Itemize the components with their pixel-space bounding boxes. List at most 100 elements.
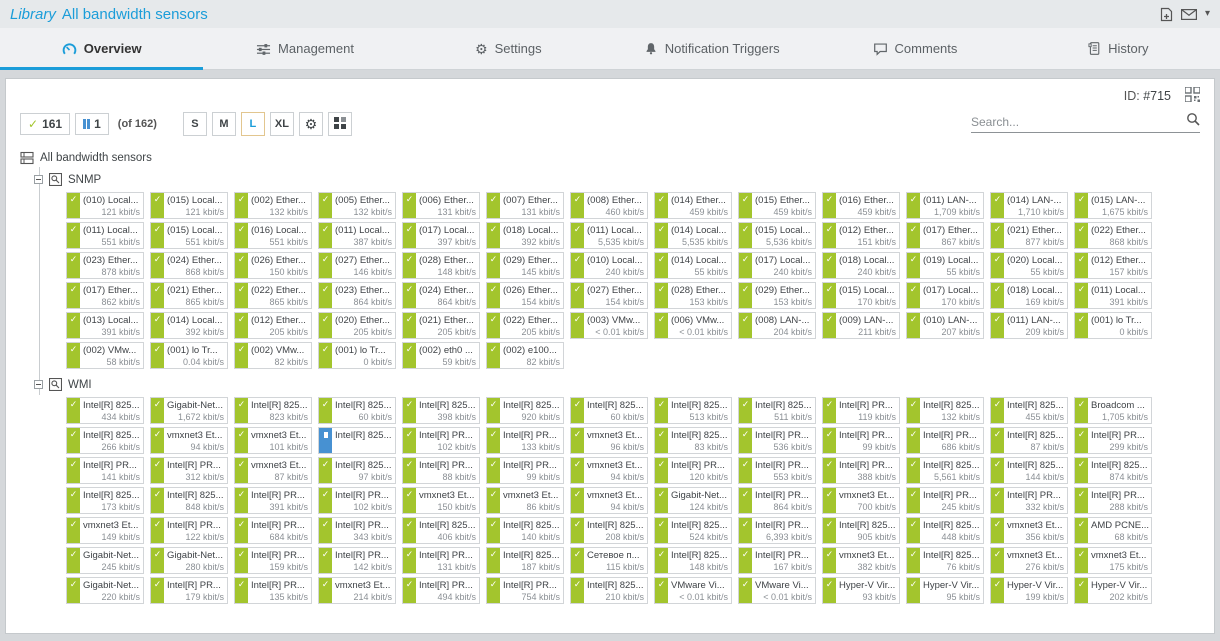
sensor-tile[interactable]: ✓Intel[R] 825...874 kbit/s: [1074, 457, 1152, 484]
sensor-tile[interactable]: ✓Intel[R] PR...494 kbit/s: [402, 577, 480, 604]
sensor-tile[interactable]: ✓(001) lo Tr...0 kbit/s: [318, 342, 396, 369]
sensor-tile[interactable]: ✓vmxnet3 Et...700 kbit/s: [822, 487, 900, 514]
sensor-tile[interactable]: ✓(017) Ether...867 kbit/s: [906, 222, 984, 249]
sensor-tile[interactable]: ✓(017) Local...240 kbit/s: [738, 252, 816, 279]
sensor-tile[interactable]: ✓VMware Vi...< 0.01 kbit/s: [654, 577, 732, 604]
sensor-tile[interactable]: ✓Broadcom ...1,705 kbit/s: [1074, 397, 1152, 424]
sensor-tile[interactable]: ✓Intel[R] PR...88 kbit/s: [402, 457, 480, 484]
sensor-tile[interactable]: ✓VMware Vi...< 0.01 kbit/s: [738, 577, 816, 604]
sensor-tile[interactable]: ✓Intel[R] PR...167 kbit/s: [738, 547, 816, 574]
sensor-tile[interactable]: ✓vmxnet3 Et...149 kbit/s: [66, 517, 144, 544]
sensor-tile[interactable]: ✓Intel[R] 825...173 kbit/s: [66, 487, 144, 514]
sensor-tile[interactable]: ✓(024) Ether...868 kbit/s: [150, 252, 228, 279]
sensor-tile[interactable]: ✓Intel[R] PR...102 kbit/s: [402, 427, 480, 454]
sensor-tile[interactable]: ✓(020) Local...55 kbit/s: [990, 252, 1068, 279]
sensor-tile[interactable]: ✓Intel[R] 825...511 kbit/s: [738, 397, 816, 424]
sensor-tile[interactable]: ✓(006) Ether...131 kbit/s: [402, 192, 480, 219]
sensor-tile[interactable]: ✓Intel[R] 825...5,561 kbit/s: [906, 457, 984, 484]
sensor-tile[interactable]: ✓Intel[R] PR...288 kbit/s: [1074, 487, 1152, 514]
breadcrumb[interactable]: Library: [10, 6, 56, 23]
sensor-tile[interactable]: ✓(002) e100...82 kbit/s: [486, 342, 564, 369]
sensor-tile[interactable]: ✓Intel[R] PR...119 kbit/s: [822, 397, 900, 424]
sensor-tile[interactable]: ✓(011) LAN-...1,709 kbit/s: [906, 192, 984, 219]
search-input[interactable]: [971, 115, 1186, 129]
sensor-tile[interactable]: ✓Intel[R] PR...864 kbit/s: [738, 487, 816, 514]
sensor-tile[interactable]: ✓Intel[R] 825...97 kbit/s: [318, 457, 396, 484]
sensor-tile[interactable]: ✓(014) Ether...459 kbit/s: [654, 192, 732, 219]
up-sensors-filter[interactable]: ✓ 161: [20, 113, 70, 135]
sensor-tile[interactable]: ✓Intel[R] 825...140 kbit/s: [486, 517, 564, 544]
tab-settings[interactable]: ⚙ Settings: [407, 28, 610, 69]
sensor-tile[interactable]: ✓vmxnet3 Et...276 kbit/s: [990, 547, 1068, 574]
sensor-tile[interactable]: ✓Intel[R] PR...179 kbit/s: [150, 577, 228, 604]
sensor-tile[interactable]: ✓Intel[R] PR...159 kbit/s: [234, 547, 312, 574]
sensor-tile[interactable]: ✓Intel[R] PR...754 kbit/s: [486, 577, 564, 604]
sensor-tile[interactable]: ✓Intel[R] 825...513 kbit/s: [654, 397, 732, 424]
sensor-tile[interactable]: ✓(012) Ether...151 kbit/s: [822, 222, 900, 249]
sensor-tile[interactable]: ✓Intel[R] PR...142 kbit/s: [318, 547, 396, 574]
sensor-tile[interactable]: ✓Intel[R] 825...455 kbit/s: [990, 397, 1068, 424]
sensor-tile[interactable]: ✓(002) Ether...132 kbit/s: [234, 192, 312, 219]
search-icon[interactable]: [1186, 112, 1200, 131]
sensor-tile[interactable]: ✓(014) LAN-...1,710 kbit/s: [990, 192, 1068, 219]
sensor-tile[interactable]: ✓Intel[R] 825...920 kbit/s: [486, 397, 564, 424]
sensor-tile[interactable]: ✓(015) Local...551 kbit/s: [150, 222, 228, 249]
sensor-tile[interactable]: ✓(011) Local...391 kbit/s: [1074, 282, 1152, 309]
sensor-tile[interactable]: ✓Intel[R] PR...686 kbit/s: [906, 427, 984, 454]
sensor-tile[interactable]: ✓(012) Ether...157 kbit/s: [1074, 252, 1152, 279]
sensor-tile[interactable]: ✓(019) Local...55 kbit/s: [906, 252, 984, 279]
sensor-tile[interactable]: ✓(023) Ether...864 kbit/s: [318, 282, 396, 309]
sensor-tile[interactable]: ✓vmxnet3 Et...382 kbit/s: [822, 547, 900, 574]
sensor-tile[interactable]: ✓Intel[R] PR...343 kbit/s: [318, 517, 396, 544]
sensor-tile[interactable]: ✓(029) Ether...153 kbit/s: [738, 282, 816, 309]
sensor-tile[interactable]: ✓(018) Local...169 kbit/s: [990, 282, 1068, 309]
sensor-tile[interactable]: ✓Intel[R] PR...332 kbit/s: [990, 487, 1068, 514]
sensor-tile[interactable]: ✓vmxnet3 Et...94 kbit/s: [570, 487, 648, 514]
sensor-tile[interactable]: ✓Intel[R] PR...135 kbit/s: [234, 577, 312, 604]
tile-view-button[interactable]: [328, 112, 352, 136]
sensor-tile[interactable]: ✓(010) Local...121 kbit/s: [66, 192, 144, 219]
sensor-tile[interactable]: ✓Hyper-V Vir...95 kbit/s: [906, 577, 984, 604]
sensor-tile[interactable]: ✓vmxnet3 Et...96 kbit/s: [570, 427, 648, 454]
sensor-tile[interactable]: ✓Intel[R] 825...398 kbit/s: [402, 397, 480, 424]
sensor-tile[interactable]: ✓Intel[R] PR...536 kbit/s: [738, 427, 816, 454]
sensor-tile[interactable]: ✓(009) LAN-...211 kbit/s: [822, 312, 900, 339]
sensor-tile[interactable]: ✓Intel[R] PR...122 kbit/s: [150, 517, 228, 544]
sensor-tile[interactable]: ✓Gigabit-Net...1,672 kbit/s: [150, 397, 228, 424]
size-button-s[interactable]: S: [183, 112, 207, 136]
sensor-tile[interactable]: ✓Intel[R] PR...684 kbit/s: [234, 517, 312, 544]
sensor-tile[interactable]: ✓Intel[R] 825...60 kbit/s: [570, 397, 648, 424]
sensor-tile[interactable]: ✓Intel[R] 825...406 kbit/s: [402, 517, 480, 544]
sensor-tile[interactable]: ✓(011) LAN-...209 kbit/s: [990, 312, 1068, 339]
sensor-tile[interactable]: ✓Intel[R] 825...60 kbit/s: [318, 397, 396, 424]
sensor-tile[interactable]: ✓(021) Ether...865 kbit/s: [150, 282, 228, 309]
sensor-tile[interactable]: ✓Hyper-V Vir...93 kbit/s: [822, 577, 900, 604]
sensor-tile[interactable]: ✓Gigabit-Net...280 kbit/s: [150, 547, 228, 574]
sensor-tile[interactable]: ✓Intel[R] PR...102 kbit/s: [318, 487, 396, 514]
view-settings-button[interactable]: ⚙: [299, 112, 323, 136]
sensor-tile[interactable]: ✓vmxnet3 Et...175 kbit/s: [1074, 547, 1152, 574]
sensor-tile[interactable]: Intel[R] 825...: [318, 427, 396, 454]
sensor-tile[interactable]: ✓Intel[R] 825...434 kbit/s: [66, 397, 144, 424]
sensor-tile[interactable]: ✓Intel[R] 825...208 kbit/s: [570, 517, 648, 544]
sensor-tile[interactable]: ✓Intel[R] PR...120 kbit/s: [654, 457, 732, 484]
sensor-tile[interactable]: ✓Intel[R] 825...905 kbit/s: [822, 517, 900, 544]
sensor-tile[interactable]: ✓(028) Ether...148 kbit/s: [402, 252, 480, 279]
sensor-tile[interactable]: ✓Hyper-V Vir...199 kbit/s: [990, 577, 1068, 604]
sensor-tile[interactable]: ✓(002) VMw...82 kbit/s: [234, 342, 312, 369]
sensor-tile[interactable]: ✓Intel[R] 825...144 kbit/s: [990, 457, 1068, 484]
sensor-tile[interactable]: ✓(027) Ether...146 kbit/s: [318, 252, 396, 279]
sensor-tile[interactable]: ✓(016) Local...551 kbit/s: [234, 222, 312, 249]
sensor-tile[interactable]: ✓Intel[R] 825...132 kbit/s: [906, 397, 984, 424]
sensor-tile[interactable]: ✓(011) Local...551 kbit/s: [66, 222, 144, 249]
sensor-tile[interactable]: ✓Intel[R] 825...823 kbit/s: [234, 397, 312, 424]
sensor-tile[interactable]: ✓Intel[R] 825...266 kbit/s: [66, 427, 144, 454]
sensor-tile[interactable]: ✓vmxnet3 Et...94 kbit/s: [570, 457, 648, 484]
sensor-tile[interactable]: ✓Intel[R] PR...99 kbit/s: [486, 457, 564, 484]
sensor-tile[interactable]: ✓Intel[R] PR...6,393 kbit/s: [738, 517, 816, 544]
sensor-tile[interactable]: ✓Сетевое п...115 kbit/s: [570, 547, 648, 574]
sensor-tile[interactable]: ✓vmxnet3 Et...150 kbit/s: [402, 487, 480, 514]
sensor-tile[interactable]: ✓Intel[R] 825...148 kbit/s: [654, 547, 732, 574]
tree-root[interactable]: All bandwidth sensors: [20, 151, 1214, 165]
collapse-icon[interactable]: [34, 380, 43, 389]
